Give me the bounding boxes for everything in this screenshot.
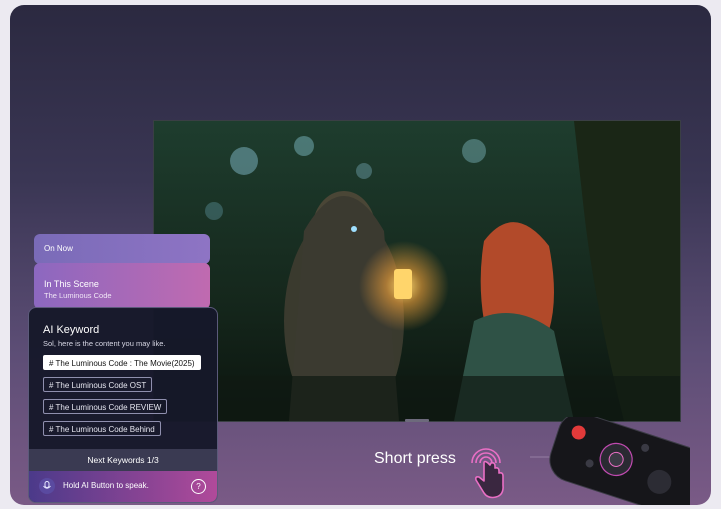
microphone-icon — [39, 478, 55, 494]
keyword-chip[interactable]: # The Luminous Code : The Movie(2025) — [43, 355, 201, 370]
short-press-caption: Short press — [374, 450, 456, 467]
in-this-scene-panel[interactable]: In This Scene The Luminous Code — [34, 263, 210, 309]
next-keywords-button[interactable]: Next Keywords 1/3 — [29, 449, 217, 471]
keyword-chip[interactable]: # The Luminous Code OST — [43, 377, 153, 392]
in-this-scene-title: In This Scene — [44, 279, 99, 289]
remote-control-icon — [530, 417, 690, 505]
movie-scene-image — [154, 121, 680, 421]
on-now-panel[interactable]: On Now — [34, 234, 210, 264]
ai-keyword-subtitle: Sol, here is the content you may like. — [43, 339, 166, 348]
ai-keyword-title: AI Keyword — [43, 324, 100, 336]
on-now-label: On Now — [44, 244, 73, 253]
help-icon[interactable]: ? — [191, 479, 206, 494]
tap-hand-icon — [471, 448, 504, 499]
scene-frame: On Now In This Scene The Luminous Code A… — [10, 5, 711, 505]
voice-hint-text: Hold AI Button to speak. — [63, 481, 149, 490]
keyword-chip[interactable]: # The Luminous Code Behind — [43, 421, 161, 436]
in-this-scene-subtitle: The Luminous Code — [44, 291, 112, 300]
keyword-chip[interactable]: # The Luminous Code REVIEW — [43, 399, 168, 414]
voice-hint-bar: Hold AI Button to speak. ? — [29, 471, 217, 502]
tv-screen — [153, 120, 681, 422]
ai-keyword-panel: AI Keyword Sol, here is the content you … — [28, 307, 218, 503]
tv-stand — [405, 419, 429, 422]
